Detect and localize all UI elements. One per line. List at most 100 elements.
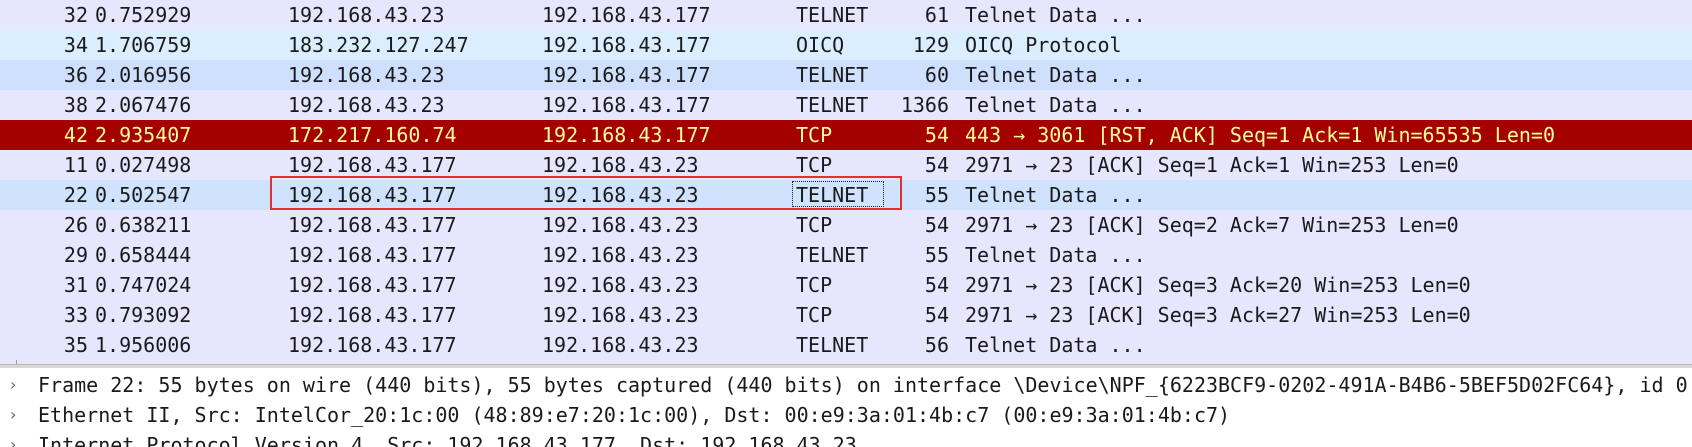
packet-time: 2.016956	[95, 63, 192, 87]
packet-protocol: TCP	[796, 153, 833, 177]
packet-source: 192.168.43.23	[288, 63, 445, 87]
packet-info: Telnet Data ...	[965, 333, 1146, 357]
packet-length: 56	[924, 333, 949, 357]
packet-protocol: TCP	[796, 123, 833, 147]
packet-source: 192.168.43.177	[288, 303, 457, 327]
packet-length: 54	[924, 273, 949, 297]
packet-row[interactable]: 26 0.638211 192.168.43.177 192.168.43.23…	[0, 210, 1692, 240]
packet-no: 42	[63, 123, 88, 147]
packet-row[interactable]: 32 0.752929 192.168.43.23 192.168.43.177…	[0, 0, 1692, 30]
packet-destination: 192.168.43.23	[542, 213, 699, 237]
packet-protocol: TELNET	[796, 63, 869, 87]
packet-no: 38	[63, 93, 88, 117]
packet-no: 29	[63, 243, 88, 267]
wireshark-window: 32 0.752929 192.168.43.23 192.168.43.177…	[0, 0, 1692, 447]
packet-info: 443 → 3061 [RST, ACK] Seq=1 Ack=1 Win=65…	[965, 123, 1556, 147]
packet-time: 0.793092	[95, 303, 192, 327]
detail-text: Frame 22: 55 bytes on wire (440 bits), 5…	[38, 373, 1688, 397]
packet-list[interactable]: 32 0.752929 192.168.43.23 192.168.43.177…	[0, 0, 1692, 364]
packet-length: 54	[924, 303, 949, 327]
packet-time: 2.067476	[95, 93, 192, 117]
packet-row[interactable]: 36 2.016956 192.168.43.23 192.168.43.177…	[0, 60, 1692, 90]
packet-row[interactable]: 11 0.027498 192.168.43.177 192.168.43.23…	[0, 150, 1692, 180]
packet-time: 0.502547	[95, 183, 192, 207]
packet-row-rst[interactable]: 42 2.935407 172.217.160.74 192.168.43.17…	[0, 120, 1692, 150]
packet-info: Telnet Data ...	[965, 63, 1146, 87]
packet-source: 172.217.160.74	[288, 123, 457, 147]
packet-row-selected[interactable]: 22 0.502547 192.168.43.177 192.168.43.23…	[0, 180, 1692, 210]
packet-source: 192.168.43.177	[288, 153, 457, 177]
packet-row[interactable]: 33 0.793092 192.168.43.177 192.168.43.23…	[0, 300, 1692, 330]
chevron-right-icon[interactable]: ›	[10, 370, 26, 400]
packet-row[interactable]: 29 0.658444 192.168.43.177 192.168.43.23…	[0, 240, 1692, 270]
packet-time: 0.638211	[95, 213, 192, 237]
detail-row-ethernet[interactable]: › Ethernet II, Src: IntelCor_20:1c:00 (4…	[0, 400, 1692, 430]
packet-details-pane[interactable]: › Frame 22: 55 bytes on wire (440 bits),…	[0, 368, 1692, 447]
packet-no: 36	[63, 63, 88, 87]
packet-source: 192.168.43.177	[288, 183, 457, 207]
packet-source: 192.168.43.177	[288, 243, 457, 267]
packet-row[interactable]: 31 0.747024 192.168.43.177 192.168.43.23…	[0, 270, 1692, 300]
packet-length: 55	[924, 243, 949, 267]
packet-info: OICQ Protocol	[965, 33, 1122, 57]
packet-source: 192.168.43.23	[288, 3, 445, 27]
packet-destination: 192.168.43.177	[542, 93, 711, 117]
packet-info: 2971 → 23 [ACK] Seq=2 Ack=7 Win=253 Len=…	[965, 213, 1459, 237]
packet-row[interactable]: 38 2.067476 192.168.43.23 192.168.43.177…	[0, 90, 1692, 120]
packet-info: Telnet Data ...	[965, 3, 1146, 27]
packet-time: 0.752929	[95, 3, 192, 27]
packet-no: 31	[63, 273, 88, 297]
packet-length: 54	[924, 153, 949, 177]
packet-no: 34	[63, 33, 88, 57]
packet-destination: 192.168.43.177	[542, 33, 711, 57]
packet-source: 192.168.43.23	[288, 93, 445, 117]
packet-destination: 192.168.43.23	[542, 183, 699, 207]
packet-row[interactable]: 34 1.706759 183.232.127.247 192.168.43.1…	[0, 30, 1692, 60]
packet-destination: 192.168.43.23	[542, 153, 699, 177]
packet-info: 2971 → 23 [ACK] Seq=3 Ack=20 Win=253 Len…	[965, 273, 1471, 297]
packet-no: 33	[63, 303, 88, 327]
packet-time: 2.935407	[95, 123, 192, 147]
packet-no: 32	[63, 3, 88, 27]
packet-length: 1366	[900, 93, 949, 117]
chevron-right-icon[interactable]: ›	[10, 430, 26, 447]
detail-text: Internet Protocol Version 4, Src: 192.16…	[38, 433, 857, 447]
packet-info: Telnet Data ...	[965, 93, 1146, 117]
packet-destination: 192.168.43.177	[542, 3, 711, 27]
chevron-right-icon[interactable]: ›	[10, 400, 26, 430]
packet-time: 0.027498	[95, 153, 192, 177]
detail-text: Ethernet II, Src: IntelCor_20:1c:00 (48:…	[38, 403, 1231, 427]
packet-source: 192.168.43.177	[288, 333, 457, 357]
packet-source: 192.168.43.177	[288, 213, 457, 237]
packet-protocol: TELNET	[796, 93, 869, 117]
packet-length: 61	[924, 3, 949, 27]
packet-no: 22	[63, 183, 88, 207]
packet-protocol: TCP	[796, 273, 833, 297]
packet-destination: 192.168.43.177	[542, 63, 711, 87]
packet-protocol: TELNET	[796, 183, 869, 207]
packet-no: 26	[63, 213, 88, 237]
detail-row-ipv4[interactable]: › Internet Protocol Version 4, Src: 192.…	[0, 430, 1692, 447]
packet-protocol: TCP	[796, 213, 833, 237]
packet-destination: 192.168.43.23	[542, 333, 699, 357]
packet-protocol: TCP	[796, 303, 833, 327]
packet-no: 11	[63, 153, 88, 177]
packet-protocol: OICQ	[796, 33, 845, 57]
packet-length: 129	[912, 33, 949, 57]
packet-source: 183.232.127.247	[288, 33, 469, 57]
packet-protocol: TELNET	[796, 243, 869, 267]
packet-info: Telnet Data ...	[965, 243, 1146, 267]
packet-protocol: TELNET	[796, 3, 869, 27]
packet-info: Telnet Data ...	[965, 183, 1146, 207]
packet-length: 54	[924, 213, 949, 237]
packet-protocol: TELNET	[796, 333, 869, 357]
packet-length: 54	[924, 123, 949, 147]
packet-destination: 192.168.43.177	[542, 123, 711, 147]
packet-info: 2971 → 23 [ACK] Seq=3 Ack=27 Win=253 Len…	[965, 303, 1471, 327]
packet-source: 192.168.43.177	[288, 273, 457, 297]
packet-time: 1.956006	[95, 333, 192, 357]
packet-row[interactable]: 35 1.956006 192.168.43.177 192.168.43.23…	[0, 330, 1692, 360]
detail-row-frame[interactable]: › Frame 22: 55 bytes on wire (440 bits),…	[0, 370, 1692, 400]
packet-destination: 192.168.43.23	[542, 303, 699, 327]
packet-info: 2971 → 23 [ACK] Seq=1 Ack=1 Win=253 Len=…	[965, 153, 1459, 177]
